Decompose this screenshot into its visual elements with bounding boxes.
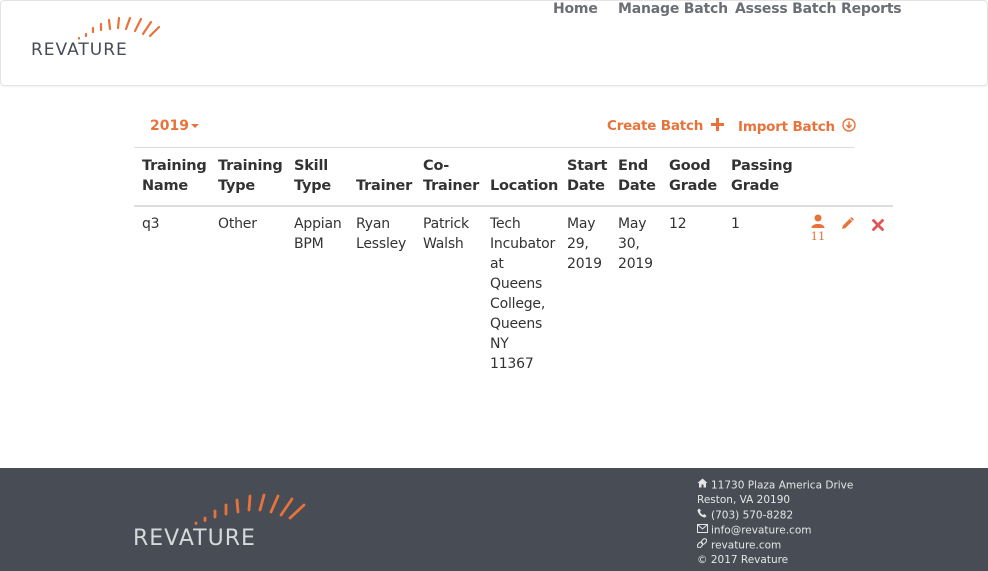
toolbar-divider: [134, 147, 854, 148]
header-start-date[interactable]: Start Date: [567, 156, 607, 196]
cell-end-date: May 30, 2019: [618, 216, 653, 272]
view-trainees-button[interactable]: 11: [809, 213, 827, 242]
header-training-type[interactable]: Training Type: [218, 156, 283, 196]
footer-copyright: © 2017 Revature: [697, 554, 789, 566]
cell-good-grade: 12: [669, 216, 687, 232]
footer-phone: (703) 570-8282: [697, 508, 853, 523]
cell-location: Tech Incubator at Queens College, Queens…: [490, 216, 556, 372]
logo-rays-icon: [194, 493, 306, 525]
year-dropdown[interactable]: 2019: [150, 118, 199, 134]
header-end-date[interactable]: End Date: [618, 156, 656, 196]
create-batch-label: Create Batch: [607, 118, 704, 134]
header-co-trainer[interactable]: Co- Trainer: [423, 156, 479, 196]
delete-batch-button[interactable]: [872, 216, 884, 235]
cell-training-type: Other: [218, 216, 257, 232]
pencil-icon: [842, 217, 854, 229]
footer-address-line2: Reston, VA 20190: [697, 494, 791, 506]
year-label: 2019: [150, 118, 189, 134]
footer-logo[interactable]: REVATURE: [133, 490, 313, 551]
phone-icon: [697, 508, 711, 523]
revature-logo[interactable]: REVATURE: [31, 15, 166, 61]
nav-assess-batch[interactable]: Assess Batch: [735, 1, 836, 17]
cell-training-name: q3: [142, 216, 160, 232]
link-icon: [696, 538, 711, 553]
footer-website[interactable]: revature.com: [696, 538, 853, 553]
remove-icon: [872, 219, 884, 231]
nav-home[interactable]: Home: [553, 1, 598, 17]
edit-batch-button[interactable]: [841, 215, 855, 234]
nav-manage-batch[interactable]: Manage Batch: [618, 1, 728, 17]
cell-start-date: May 29, 2019: [567, 216, 602, 272]
top-navbar: REVATURE Home Manage Batch Assess Batch …: [0, 0, 988, 86]
header-passing-grade[interactable]: Passing Grade: [731, 156, 793, 196]
table-header-divider: [134, 205, 893, 207]
plus-icon: [710, 118, 724, 131]
header-training-name[interactable]: Training Name: [142, 156, 207, 196]
import-batch-button[interactable]: Import Batch: [738, 118, 857, 135]
user-icon: [811, 214, 825, 228]
caret-down-icon: [190, 124, 199, 128]
footer-logo-wordmark: REVATURE: [133, 526, 256, 551]
header-trainer[interactable]: Trainer: [356, 176, 412, 196]
download-circle-icon: [842, 118, 857, 132]
cell-skill-type: Appian BPM: [294, 216, 342, 252]
footer-contact-info: 11730 Plaza America Drive Reston, VA 201…: [696, 478, 853, 568]
header-good-grade[interactable]: Good Grade: [669, 156, 717, 196]
cell-co-trainer: Patrick Walsh: [423, 216, 469, 252]
header-skill-type[interactable]: Skill Type: [294, 156, 331, 196]
cell-trainer: Ryan Lessley: [356, 216, 407, 252]
logo-wordmark: REVATURE: [31, 40, 128, 60]
footer-email[interactable]: info@revature.com: [697, 523, 853, 538]
import-batch-label: Import Batch: [738, 119, 835, 135]
trainee-count: 11: [810, 229, 826, 243]
footer-address-line1: 11730 Plaza America Drive: [697, 478, 853, 493]
home-icon: [697, 478, 711, 493]
footer: REVATURE 11730 Plaza America Drive Resto…: [0, 468, 988, 571]
cell-passing-grade: 1: [731, 216, 740, 232]
envelope-icon: [697, 523, 711, 538]
nav-reports[interactable]: Reports: [841, 1, 902, 17]
header-location[interactable]: Location: [490, 176, 558, 196]
create-batch-button[interactable]: Create Batch: [607, 118, 724, 134]
